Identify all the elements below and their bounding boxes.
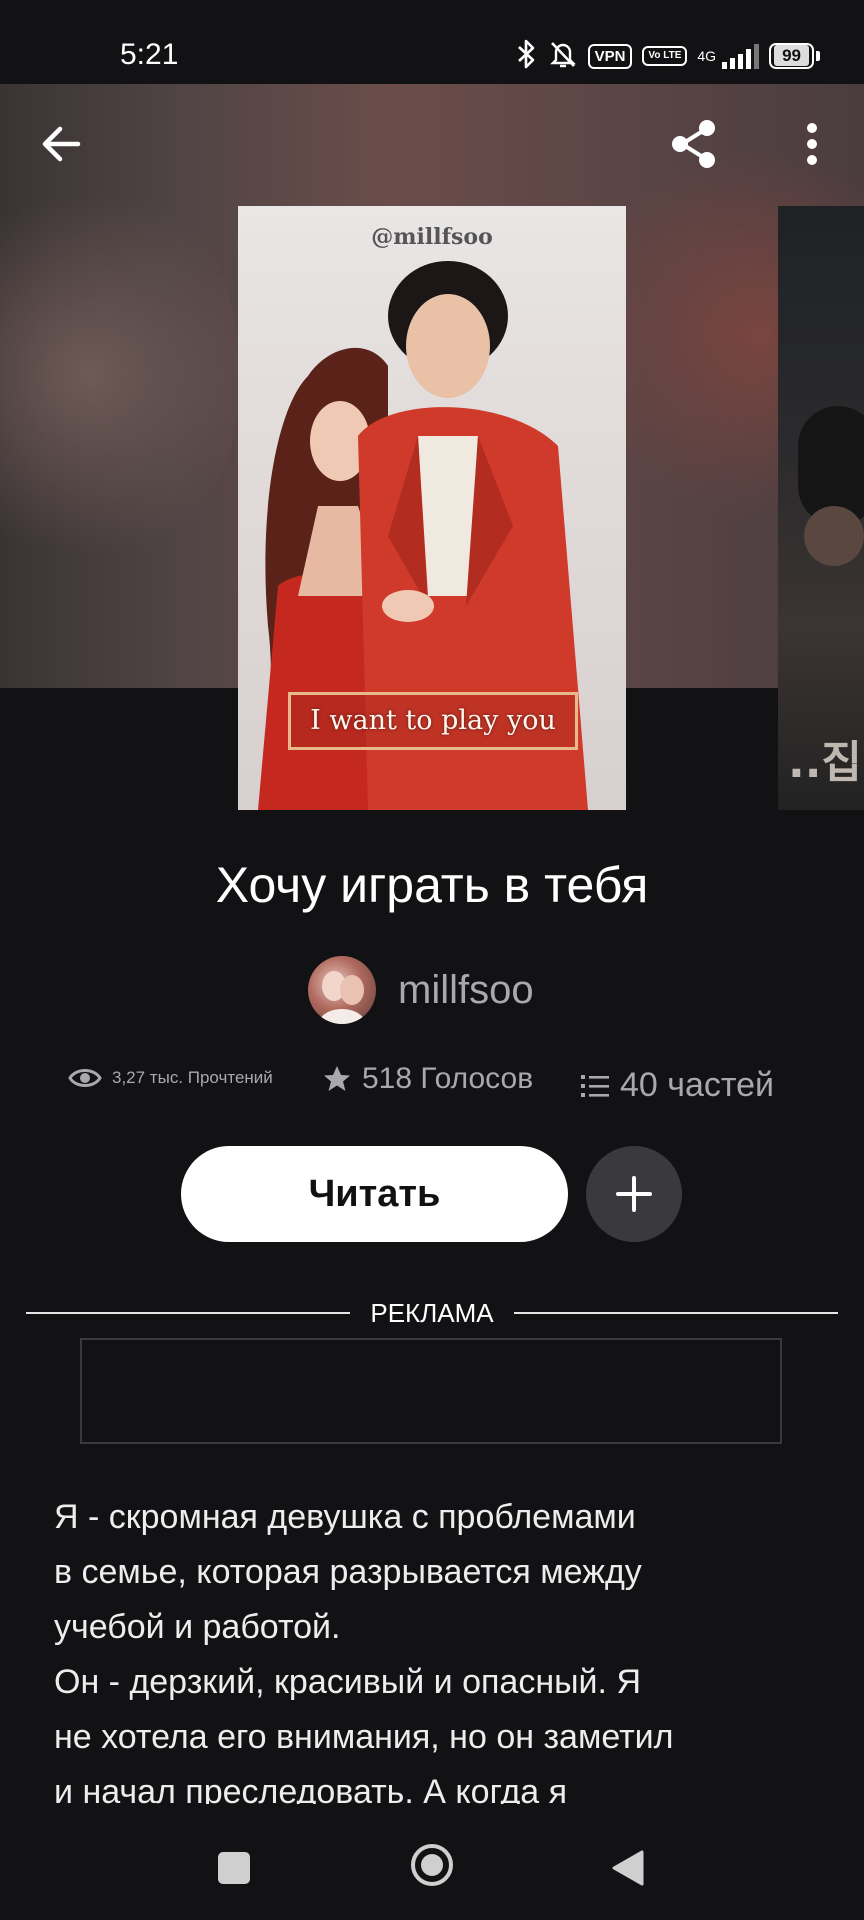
ad-label: РЕКЛАМА	[370, 1298, 494, 1328]
bluetooth-icon	[516, 39, 538, 73]
description-line: Он - дерзкий, красивый и опасный. Я	[54, 1663, 641, 1701]
notifications-muted-icon	[548, 39, 578, 73]
author-name[interactable]: millfsoo	[398, 968, 534, 1013]
ad-divider-right	[514, 1312, 838, 1314]
share-button[interactable]	[666, 116, 722, 172]
story-description: Я - скромная девушка с проблемами в семь…	[54, 1490, 814, 1820]
more-options-button[interactable]	[792, 116, 832, 172]
reads-count: 3,27 тыс. Прочтений	[112, 1068, 273, 1087]
next-cover-title: ..집	[788, 737, 862, 788]
share-icon	[672, 120, 715, 168]
battery-level: 99	[774, 45, 809, 66]
description-line: Я - скромная девушка с проблемами	[54, 1498, 636, 1536]
cover-watermark: @millfsoo	[371, 224, 493, 250]
cover-caption: I want to play you	[288, 692, 578, 750]
story-stats: 3,27 тыс. Прочтений 518 Голосов 40 часте…	[68, 1062, 808, 1106]
recents-button[interactable]	[218, 1852, 250, 1884]
plus-icon	[616, 1176, 652, 1212]
votes-stat: 518 Голосов	[322, 1062, 533, 1096]
next-story-cover[interactable]: ..집	[778, 206, 864, 810]
description-line: учебой и работой.	[54, 1608, 341, 1646]
story-cover[interactable]: @millfsoo I want to play you	[238, 206, 626, 810]
more-vertical-icon	[807, 123, 817, 165]
arrow-left-icon	[42, 126, 81, 162]
read-button[interactable]: Читать	[181, 1146, 568, 1242]
battery-icon: 99	[769, 43, 820, 69]
home-button[interactable]	[410, 1843, 454, 1887]
parts-stat[interactable]: 40 частей	[580, 1066, 774, 1105]
ad-slot[interactable]	[80, 1338, 782, 1444]
triangle-back-icon	[612, 1850, 644, 1886]
avatar[interactable]	[308, 956, 376, 1024]
eye-icon	[68, 1069, 102, 1087]
add-to-library-button[interactable]	[586, 1146, 682, 1242]
list-icon	[581, 1074, 609, 1097]
network-type: 4G	[697, 48, 717, 64]
star-icon	[324, 1066, 350, 1091]
status-icons: VPN Vo LTE 4G 99	[516, 38, 820, 74]
home-circle-icon	[411, 1844, 453, 1886]
signal-icon	[722, 43, 760, 69]
votes-count: 518 Голосов	[362, 1062, 534, 1095]
parts-count: 40 частей	[620, 1066, 774, 1104]
reads-stat: 3,27 тыс. Прочтений	[68, 1066, 273, 1090]
ad-divider-left	[26, 1312, 350, 1314]
story-title: Хочу играть в тебя	[215, 857, 649, 913]
status-time: 5:21	[120, 38, 179, 71]
vpn-badge: VPN	[587, 43, 633, 69]
system-back-button[interactable]	[610, 1848, 646, 1888]
description-line: в семье, которая разрывается между	[54, 1553, 642, 1591]
back-button[interactable]	[36, 118, 88, 170]
status-bar: 5:21 VPN Vo LTE 4G 99	[0, 0, 864, 84]
volte-badge: Vo LTE	[642, 46, 688, 66]
author-link[interactable]: millfsoo	[308, 956, 534, 1024]
description-line: не хотела его внимания, но он заметил	[54, 1718, 674, 1756]
